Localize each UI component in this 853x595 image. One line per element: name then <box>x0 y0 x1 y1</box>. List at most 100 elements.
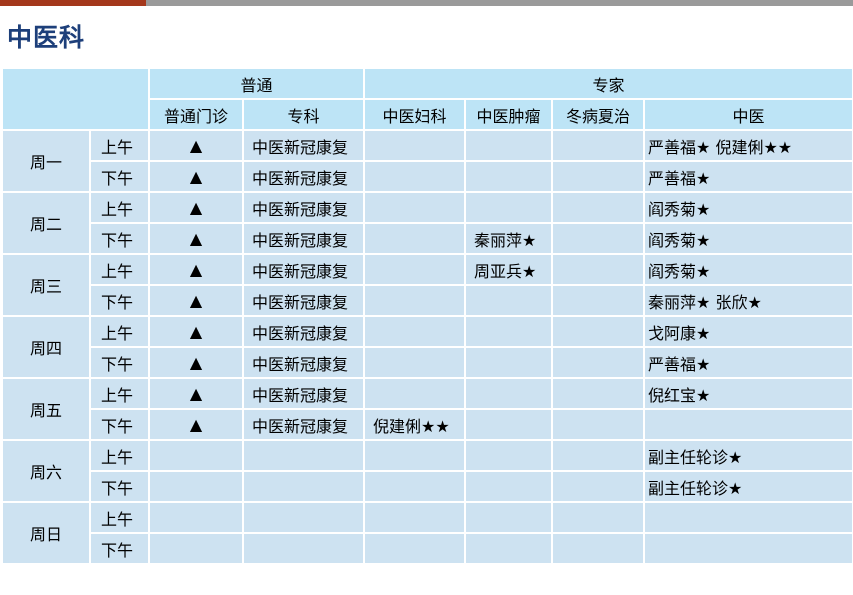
tcm-oncology-cell <box>464 501 554 534</box>
header-col-tcm-gynecology: 中医妇科 <box>363 98 467 131</box>
header-row-groups: 普通 专家 <box>1 67 853 131</box>
specialty-cell <box>241 501 366 534</box>
header-group-general: 普通 <box>147 67 366 100</box>
top-gray-segment <box>146 0 853 6</box>
half-day-label: 下午 <box>89 160 150 193</box>
tcm-gynecology-cell <box>363 470 467 503</box>
day-label: 周日 <box>1 501 91 565</box>
day-label: 周六 <box>1 439 91 503</box>
schedule-row: 周四 上午 ▲ 中医新冠康复 戈阿康★ <box>1 315 853 379</box>
schedule-row: 下午 ▲ 中医新冠康复 秦丽萍★ 阎秀菊★ <box>2 222 853 255</box>
schedule-row: 下午 ▲ 中医新冠康复 秦丽萍★ 张欣★ <box>2 284 853 317</box>
schedule-row: 周二 上午 ▲ 中医新冠康复 阎秀菊★ <box>1 191 853 255</box>
schedule-row: 下午 ▲ 中医新冠康复 倪建俐★★ <box>2 408 853 441</box>
schedule-row: 周日 上午 <box>1 501 853 565</box>
day-label: 周五 <box>1 377 91 441</box>
tcm-gynecology-cell <box>363 253 467 286</box>
header-col-general-clinic: 普通门诊 <box>148 98 244 131</box>
tcm-gynecology-cell <box>363 191 467 224</box>
schedule-body: 普通 专家 普通门诊 专科 中医妇科 中医肿瘤 冬病夏治 中医 周一 上午 ▲ 中医新… <box>1 67 853 565</box>
half-day-label: 下午 <box>89 408 150 441</box>
general-clinic-cell: ▲ <box>148 315 244 348</box>
general-clinic-cell <box>148 470 244 503</box>
specialty-cell: 中医新冠康复 <box>241 408 366 441</box>
winter-summer-cell <box>551 129 646 162</box>
schedule-row: 下午 ▲ 中医新冠康复 严善福★ <box>2 346 853 379</box>
half-day-label: 下午 <box>89 470 150 503</box>
day-label: 周三 <box>1 253 91 317</box>
winter-summer-cell <box>551 284 646 317</box>
half-day-label: 下午 <box>89 222 150 255</box>
tcm-oncology-cell <box>464 191 554 224</box>
general-clinic-cell <box>148 439 244 472</box>
top-accent-bar <box>0 0 853 6</box>
schedule-row: 下午 副主任轮诊★ <box>2 470 853 503</box>
general-clinic-cell: ▲ <box>148 160 244 193</box>
day-label: 周二 <box>1 191 91 255</box>
specialty-cell <box>241 532 366 565</box>
header-col-specialty: 专科 <box>241 98 366 131</box>
specialty-cell: 中医新冠康复 <box>241 222 366 255</box>
winter-summer-cell <box>551 470 646 503</box>
tcm-doctor-cell: 副主任轮诊★ <box>643 470 853 503</box>
general-clinic-cell <box>148 501 244 534</box>
half-day-label: 上午 <box>89 315 150 348</box>
tcm-doctor-cell: 严善福★ 倪建俐★★ <box>643 129 853 162</box>
general-clinic-cell: ▲ <box>148 191 244 224</box>
tcm-gynecology-cell <box>363 501 467 534</box>
schedule-row: 周五 上午 ▲ 中医新冠康复 倪红宝★ <box>1 377 853 441</box>
winter-summer-cell <box>551 160 646 193</box>
tcm-doctor-cell <box>643 501 853 534</box>
tcm-oncology-cell <box>464 439 554 472</box>
tcm-gynecology-cell <box>363 346 467 379</box>
schedule-table: 普通 专家 普通门诊 专科 中医妇科 中医肿瘤 冬病夏治 中医 周一 上午 ▲ 中医新… <box>1 67 853 565</box>
winter-summer-cell <box>551 315 646 348</box>
general-clinic-cell: ▲ <box>148 129 244 162</box>
tcm-oncology-cell <box>464 532 554 565</box>
specialty-cell: 中医新冠康复 <box>241 377 366 410</box>
general-clinic-cell: ▲ <box>148 408 244 441</box>
tcm-doctor-cell: 副主任轮诊★ <box>643 439 853 472</box>
winter-summer-cell <box>551 253 646 286</box>
tcm-oncology-cell <box>464 315 554 348</box>
page-title: 中医科 <box>7 23 86 52</box>
tcm-oncology-cell <box>464 129 554 162</box>
tcm-doctor-cell: 秦丽萍★ 张欣★ <box>643 284 853 317</box>
schedule-row: 周六 上午 副主任轮诊★ <box>1 439 853 503</box>
general-clinic-cell: ▲ <box>148 346 244 379</box>
tcm-doctor-cell: 严善福★ <box>643 160 853 193</box>
half-day-label: 下午 <box>89 284 150 317</box>
header-col-winter-summer: 冬病夏治 <box>551 98 646 131</box>
specialty-cell: 中医新冠康复 <box>241 315 366 348</box>
specialty-cell: 中医新冠康复 <box>241 160 366 193</box>
tcm-oncology-cell <box>464 377 554 410</box>
half-day-label: 下午 <box>89 532 150 565</box>
winter-summer-cell <box>551 501 646 534</box>
header-corner <box>1 67 150 131</box>
winter-summer-cell <box>551 408 646 441</box>
schedule-row: 下午 <box>2 532 853 565</box>
tcm-oncology-cell <box>464 284 554 317</box>
specialty-cell: 中医新冠康复 <box>241 284 366 317</box>
schedule-row: 周三 上午 ▲ 中医新冠康复 周亚兵★ 阎秀菊★ <box>1 253 853 317</box>
half-day-label: 下午 <box>89 346 150 379</box>
header-col-tcm-oncology: 中医肿瘤 <box>464 98 554 131</box>
specialty-cell <box>241 470 366 503</box>
tcm-gynecology-cell <box>363 129 467 162</box>
header-col-tcm: 中医 <box>643 98 853 131</box>
winter-summer-cell <box>551 346 646 379</box>
specialty-cell: 中医新冠康复 <box>241 253 366 286</box>
tcm-doctor-cell: 阎秀菊★ <box>643 222 853 255</box>
specialty-cell <box>241 439 366 472</box>
general-clinic-cell <box>148 532 244 565</box>
tcm-doctor-cell: 严善福★ <box>643 346 853 379</box>
tcm-gynecology-cell <box>363 160 467 193</box>
tcm-gynecology-cell <box>363 532 467 565</box>
tcm-doctor-cell: 戈阿康★ <box>643 315 853 348</box>
winter-summer-cell <box>551 439 646 472</box>
tcm-oncology-cell <box>464 470 554 503</box>
tcm-gynecology-cell: 倪建俐★★ <box>363 408 467 441</box>
half-day-label: 上午 <box>89 129 150 162</box>
general-clinic-cell: ▲ <box>148 377 244 410</box>
winter-summer-cell <box>551 377 646 410</box>
